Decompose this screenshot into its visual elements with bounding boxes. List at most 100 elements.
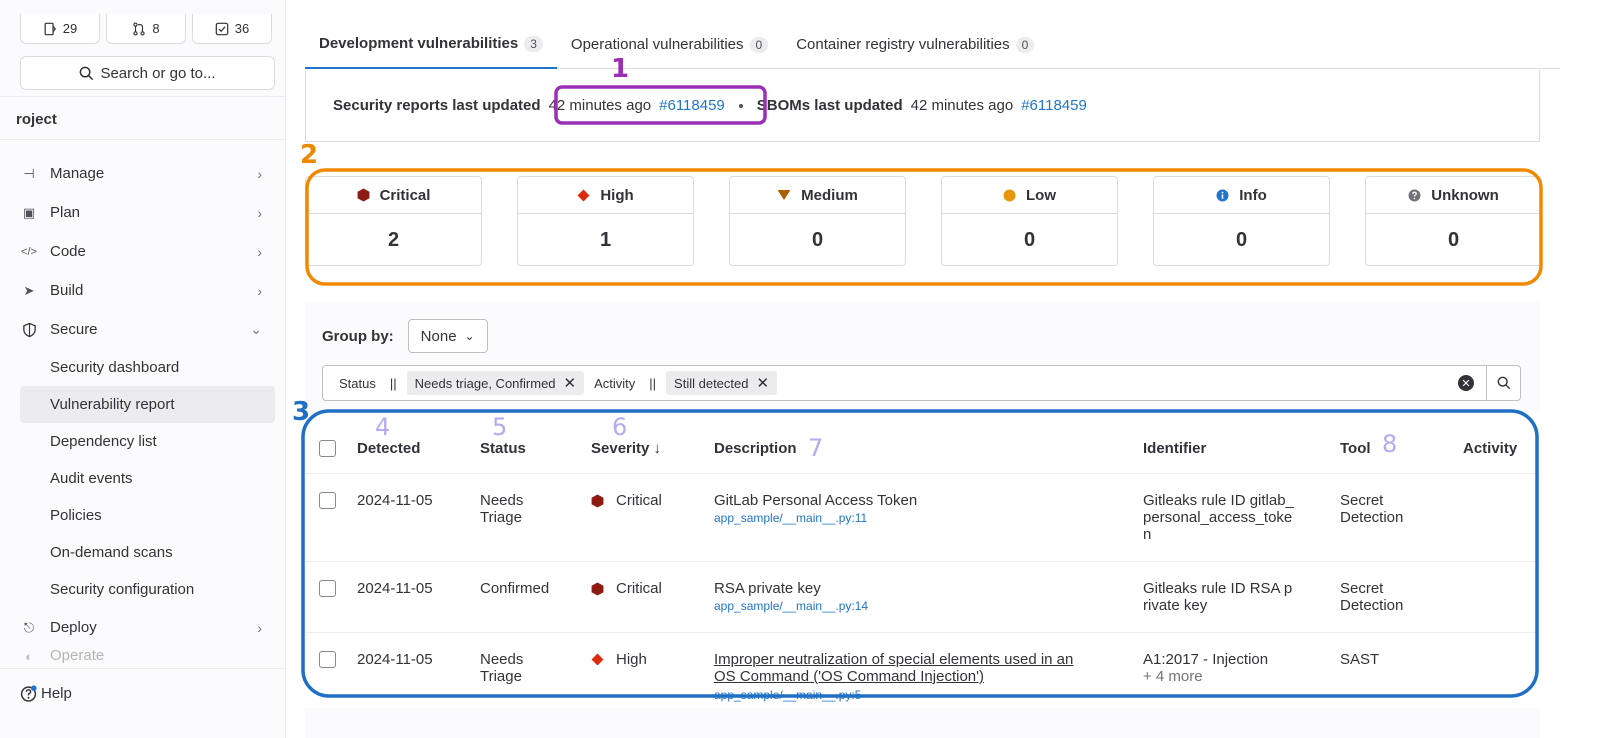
column-header-description: Description xyxy=(714,440,797,457)
sidebar-subitem-vulnerability-report[interactable]: Vulnerability report xyxy=(20,386,275,423)
filter-token-activity-key[interactable]: Activity xyxy=(590,371,639,395)
sidebar-subitem-security-dashboard[interactable]: Security dashboard xyxy=(20,349,278,386)
close-icon[interactable]: ✕ xyxy=(564,374,577,392)
search-label: Search or go to... xyxy=(100,64,216,82)
status-text: Needs xyxy=(480,651,524,668)
column-header-detected[interactable]: Detected xyxy=(357,440,420,457)
sidebar-item-manage[interactable]: ⊣ Manage › xyxy=(0,154,286,193)
sidebar-item-build[interactable]: ➤ Build › xyxy=(0,271,286,310)
sidebar-subitem-dependency-list[interactable]: Dependency list xyxy=(20,423,278,460)
row-checkbox[interactable] xyxy=(319,492,336,509)
group-by-label: Group by: xyxy=(322,327,394,345)
column-header-status[interactable]: Status xyxy=(480,440,526,457)
reports-last-updated-bar: Security reports last updated 42 minutes… xyxy=(305,70,1540,142)
sboms-label: SBOMs last updated xyxy=(756,97,903,114)
sidebar-item-operate[interactable]: ◐ Operate xyxy=(0,647,286,667)
low-circle-icon xyxy=(1003,189,1016,201)
merge-request-icon xyxy=(133,21,146,36)
close-icon[interactable]: ✕ xyxy=(756,374,769,392)
tool-text: SAST xyxy=(1340,651,1380,668)
sidebar-item-secure[interactable]: Secure ⌄ xyxy=(0,310,286,349)
issues-counter-button[interactable]: 29 xyxy=(20,14,100,44)
severity-label: High xyxy=(600,186,634,204)
table-row[interactable]: 2024-11-05 Needs Triage Critical GitLab … xyxy=(305,474,1540,562)
tab-label: Operational vulnerabilities xyxy=(570,36,744,53)
search-submit-button[interactable] xyxy=(1486,366,1520,400)
severity-label: Unknown xyxy=(1431,186,1499,204)
tab-container-registry-vulnerabilities[interactable]: Container registry vulnerabilities 0 xyxy=(782,20,1048,69)
vulnerability-title-link[interactable]: GitLab Personal Access Token xyxy=(714,492,917,509)
identifier-text: n xyxy=(1143,526,1152,543)
tool-text: Secret xyxy=(1340,580,1384,597)
filter-search-bar[interactable]: Status || Needs triage, Confirmed ✕ Acti… xyxy=(322,365,1521,401)
sidebar: 29 8 36 Search or go to... roject ⊣ Mana… xyxy=(0,0,286,738)
sidebar-item-code[interactable]: </> Code › xyxy=(0,232,286,271)
sidebar-item-plan[interactable]: ▣ Plan › xyxy=(0,193,286,232)
tab-operational-vulnerabilities[interactable]: Operational vulnerabilities 0 xyxy=(557,20,782,69)
annotation-number-3: 3 xyxy=(292,397,311,427)
merge-requests-counter-button[interactable]: 8 xyxy=(106,14,186,44)
severity-cell: Critical xyxy=(591,492,662,509)
filter-token-operator[interactable]: || xyxy=(645,371,660,395)
tab-development-vulnerabilities[interactable]: Development vulnerabilities 3 xyxy=(305,20,557,69)
tab-count-badge: 0 xyxy=(1015,36,1035,53)
project-heading: roject xyxy=(16,111,57,128)
filter-token-status-key[interactable]: Status xyxy=(335,371,380,395)
column-header-severity[interactable]: Severity ↓ xyxy=(591,440,661,457)
sidebar-subitem-audit-events[interactable]: Audit events xyxy=(20,460,278,497)
severity-label: Low xyxy=(1026,186,1056,204)
filter-token-status-value[interactable]: Needs triage, Confirmed ✕ xyxy=(406,371,585,395)
severity-count: 2 xyxy=(387,228,400,251)
filter-token-operator[interactable]: || xyxy=(386,371,401,395)
operate-icon: ◐ xyxy=(25,648,33,664)
detected-date: 2024-11-05 xyxy=(357,492,433,509)
sidebar-item-deploy[interactable]: ⎋ Deploy › xyxy=(0,608,286,647)
severity-count: 1 xyxy=(599,228,612,251)
annotation-number-4: 4 xyxy=(375,413,391,441)
description-cell: RSA private key app_sample/__main__.py:1… xyxy=(714,580,868,613)
table-row[interactable]: 2024-11-05 Confirmed Critical RSA privat… xyxy=(305,562,1540,633)
issues-icon xyxy=(44,22,56,35)
todos-counter-button[interactable]: 36 xyxy=(192,14,272,44)
users-icon: ⊣ xyxy=(23,165,35,181)
search-or-go-to-button[interactable]: Search or go to... xyxy=(20,56,275,90)
tool-text: Detection xyxy=(1340,597,1404,614)
description-cell: Improper neutralization of special eleme… xyxy=(714,651,1073,704)
file-location-link[interactable]: app_sample/__main__.py:5 xyxy=(714,687,1073,704)
filter-token-activity-value[interactable]: Still detected ✕ xyxy=(666,371,778,395)
vulnerability-list-section: Group by: None ⌄ Status || Needs triage,… xyxy=(305,301,1540,738)
severity-card-low: Low 0 xyxy=(941,176,1118,266)
sbom-pipeline-link[interactable]: #6118459 xyxy=(1021,97,1087,114)
question-icon xyxy=(1408,189,1421,201)
select-all-checkbox[interactable] xyxy=(319,440,336,457)
column-header-identifier: Identifier xyxy=(1143,440,1207,457)
table-row[interactable]: 2024-11-05 Needs Triage High Improper ne… xyxy=(305,633,1540,708)
group-by-value: None xyxy=(420,327,457,345)
clear-filters-icon[interactable]: ✕ xyxy=(1458,375,1474,391)
severity-label: Info xyxy=(1239,186,1267,204)
todo-check-icon xyxy=(215,22,229,35)
tab-label: Container registry vulnerabilities xyxy=(796,36,1010,53)
sidebar-subitem-policies[interactable]: Policies xyxy=(20,497,278,534)
row-checkbox[interactable] xyxy=(319,651,336,668)
help-button[interactable]: Help xyxy=(20,685,72,702)
main-content: Development vulnerabilities 3 Operationa… xyxy=(286,0,1598,738)
column-header-tool[interactable]: Tool xyxy=(1340,440,1371,457)
chevron-right-icon: › xyxy=(257,619,262,636)
status-text: Triage xyxy=(480,668,522,685)
filter-actions: ✕ xyxy=(1458,366,1520,400)
file-location-link[interactable]: app_sample/__main__.py:14 xyxy=(714,599,868,613)
vulnerability-title-link[interactable]: Improper neutralization of special eleme… xyxy=(714,651,1073,668)
annotation-number-5: 5 xyxy=(492,413,508,441)
row-checkbox[interactable] xyxy=(319,580,336,597)
sidebar-subitem-on-demand-scans[interactable]: On-demand scans xyxy=(20,534,278,571)
security-pipeline-link[interactable]: #6118459 xyxy=(659,97,725,114)
sidebar-subitem-security-configuration[interactable]: Security configuration xyxy=(20,571,278,608)
high-diamond-icon xyxy=(591,653,604,666)
code-icon: </> xyxy=(21,245,37,258)
vulnerability-title-link[interactable]: OS Command ('OS Command Injection') xyxy=(714,668,1073,685)
group-by-dropdown[interactable]: None ⌄ xyxy=(407,319,488,353)
rocket-icon: ➤ xyxy=(23,282,35,298)
vulnerability-title-link[interactable]: RSA private key xyxy=(714,580,868,597)
file-location-link[interactable]: app_sample/__main__.py:11 xyxy=(714,511,917,525)
